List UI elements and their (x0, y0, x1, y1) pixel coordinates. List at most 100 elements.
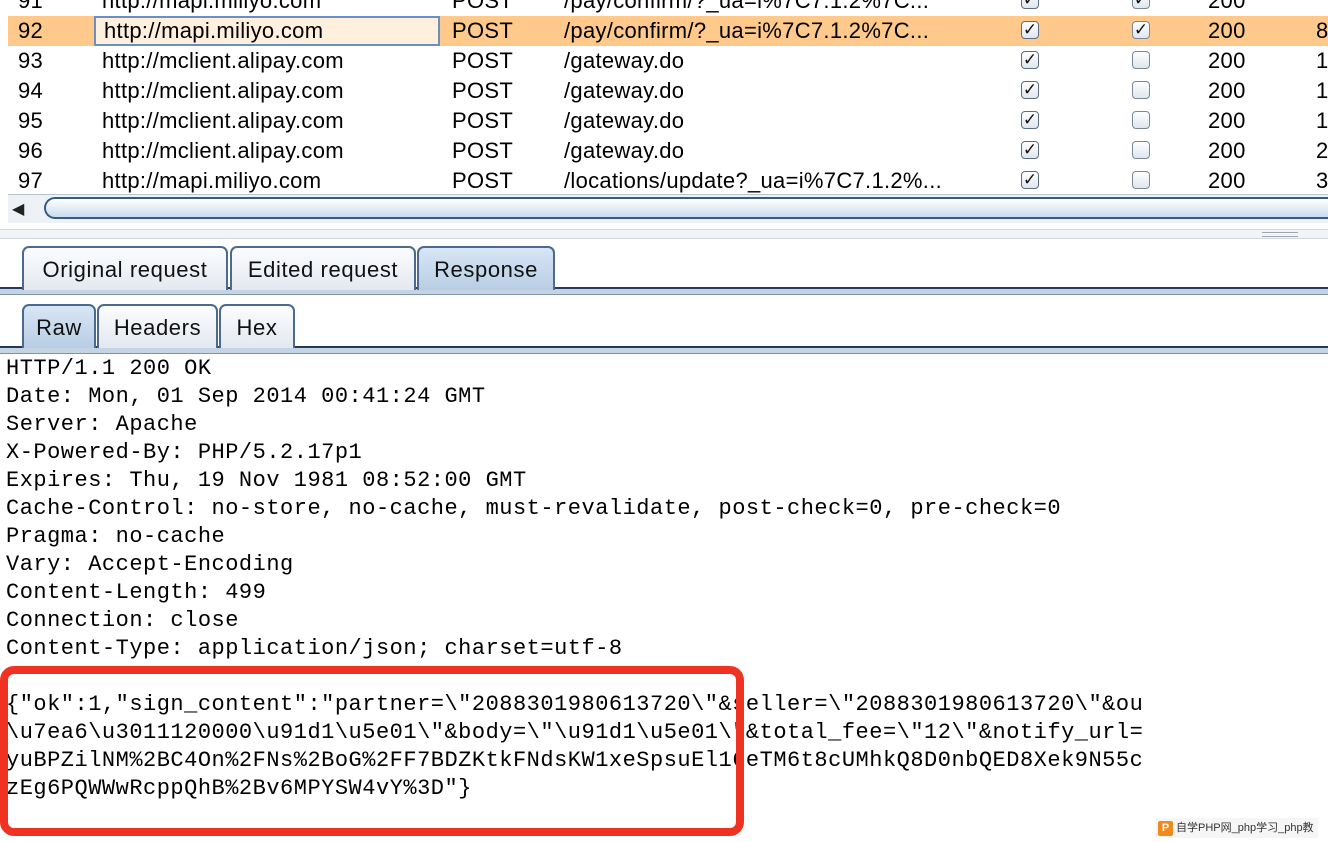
edited-checkbox[interactable]: ✓ (1132, 21, 1150, 39)
pane-splitter[interactable] (0, 229, 1328, 239)
row-host: http://mclient.alipay.com (102, 108, 344, 133)
row-number: 93 (18, 48, 44, 73)
row-method: POST (452, 48, 514, 73)
tab-raw[interactable]: Raw (22, 304, 96, 348)
row-number: 95 (18, 108, 44, 133)
header-line: Vary: Accept-Encoding (6, 552, 294, 577)
row-length: 1 (1316, 108, 1328, 133)
tab-edited-request[interactable]: Edited request (230, 246, 416, 290)
row-status: 200 (1208, 0, 1246, 13)
edited-checkbox[interactable] (1132, 81, 1150, 99)
row-host: http://mapi.miliyo.com (102, 0, 322, 13)
row-length: 3 (1316, 168, 1328, 193)
edited-checkbox[interactable] (1132, 141, 1150, 159)
row-host: http://mapi.miliyo.com (102, 168, 322, 193)
row-url: /gateway.do (564, 78, 685, 103)
table-row[interactable]: 94 http://mclient.alipay.com POST/gateway.… (8, 76, 1328, 106)
row-url: /gateway.do (564, 138, 685, 163)
row-status: 200 (1208, 18, 1246, 43)
row-status: 200 (1208, 168, 1246, 193)
header-line: Pragma: no-cache (6, 524, 226, 549)
row-url: /locations/update?_ua=i%7C7.1.2%... (564, 168, 943, 193)
row-status: 200 (1208, 138, 1246, 163)
table-row[interactable]: 93 http://mclient.alipay.com POST/gateway.… (8, 46, 1328, 76)
splitter-grip-icon[interactable] (1262, 232, 1298, 237)
row-status: 200 (1208, 48, 1246, 73)
table-row[interactable]: 97 http://mapi.miliyo.com POST/locations/u… (8, 166, 1328, 196)
modified-checkbox[interactable]: ✓ (1021, 171, 1039, 189)
header-line: Date: Mon, 01 Sep 2014 00:41:24 GMT (6, 384, 486, 409)
table-row[interactable]: 91 http://mapi.miliyo.com POST/pay/confirm… (8, 0, 1328, 16)
row-url: /gateway.do (564, 48, 685, 73)
modified-checkbox[interactable]: ✓ (1021, 51, 1039, 69)
modified-checkbox[interactable]: ✓ (1021, 111, 1039, 129)
row-url: /pay/confirm/?_ua=i%7C7.1.2%7C... (564, 18, 930, 43)
body-line: \u7ea6\u3011120000\u91d1\u5e01\"&body=\"… (6, 720, 1144, 745)
row-length (1316, 0, 1328, 16)
table-row[interactable]: 95 http://mclient.alipay.com POST/gateway.… (8, 106, 1328, 136)
row-method: POST (452, 168, 514, 193)
header-line: HTTP/1.1 200 OK (6, 356, 212, 381)
header-line: Expires: Thu, 19 Nov 1981 08:52:00 GMT (6, 468, 527, 493)
header-line: Server: Apache (6, 412, 198, 437)
row-length: 2 (1316, 138, 1328, 163)
row-method: POST (452, 78, 514, 103)
row-number: 92 (18, 18, 44, 43)
row-host: http://mclient.alipay.com (102, 138, 344, 163)
horizontal-scrollbar[interactable]: ◀ (8, 194, 1328, 223)
response-headers: HTTP/1.1 200 OK Date: Mon, 01 Sep 2014 0… (6, 355, 1328, 663)
left-arrow-icon[interactable]: ◀ (12, 199, 24, 219)
row-method: POST (452, 108, 514, 133)
body-line: zEg6PQWWwRcppQhB%2Bv6MPYSW4vY%3D"} (6, 776, 472, 801)
php-logo-icon: P (1158, 820, 1173, 836)
body-line: yuBPZilNM%2BC4On%2FNs%2BoG%2FF7BDZKtkFNd… (6, 748, 1144, 773)
tab-headers[interactable]: Headers (97, 304, 218, 348)
message-tabs: Original request Edited request Response (0, 246, 1328, 295)
modified-checkbox[interactable]: ✓ (1021, 141, 1039, 159)
row-host: http://mclient.alipay.com (102, 78, 344, 103)
tab-original-request[interactable]: Original request (22, 246, 228, 290)
header-line: Cache-Control: no-store, no-cache, must-… (6, 496, 1062, 521)
modified-checkbox[interactable]: ✓ (1021, 81, 1039, 99)
scrollbar-thumb[interactable] (44, 197, 1328, 219)
response-raw-text[interactable]: HTTP/1.1 200 OK Date: Mon, 01 Sep 2014 0… (6, 355, 1328, 842)
row-method: POST (452, 0, 514, 13)
modified-checkbox[interactable]: ✓ (1021, 0, 1039, 9)
header-line: Content-Type: application/json; charset=… (6, 636, 623, 661)
proxy-history-window: 91 http://mapi.miliyo.com POST/pay/confirm… (0, 0, 1328, 842)
row-host: http://mapi.miliyo.com (94, 16, 440, 46)
tab-hex[interactable]: Hex (219, 304, 295, 348)
history-table: 91 http://mapi.miliyo.com POST/pay/confirm… (8, 0, 1328, 196)
body-line: {"ok":1,"sign_content":"partner=\"208830… (6, 692, 1144, 717)
row-number: 91 (18, 0, 44, 13)
row-length: 1 (1316, 48, 1328, 73)
row-host: http://mclient.alipay.com (102, 48, 344, 73)
edited-checkbox[interactable] (1132, 111, 1150, 129)
row-status: 200 (1208, 78, 1246, 103)
table-row[interactable]: 96 http://mclient.alipay.com POST/gateway.… (8, 136, 1328, 166)
edited-checkbox[interactable] (1132, 171, 1150, 189)
header-line: X-Powered-By: PHP/5.2.17p1 (6, 440, 363, 465)
row-url: /gateway.do (564, 108, 685, 133)
modified-checkbox[interactable]: ✓ (1021, 21, 1039, 39)
watermark-text: 自学PHP网_php学习_php教 (1176, 822, 1314, 834)
edited-checkbox[interactable]: ✓ (1132, 0, 1150, 9)
row-number: 96 (18, 138, 44, 163)
response-body: {"ok":1,"sign_content":"partner=\"208830… (6, 691, 1328, 803)
view-tabs: Raw Headers Hex (0, 304, 1328, 354)
row-number: 94 (18, 78, 44, 103)
row-method: POST (452, 138, 514, 163)
table-row[interactable]: 92 http://mapi.miliyo.com POST/pay/confirm… (8, 16, 1328, 46)
header-line: Content-Length: 499 (6, 580, 267, 605)
tab-response[interactable]: Response (417, 246, 555, 290)
row-method: POST (452, 18, 514, 43)
site-watermark: P 自学PHP网_php学习_php教 (1156, 818, 1318, 838)
row-number: 97 (18, 168, 44, 193)
row-length: 8 (1316, 18, 1328, 43)
header-line: Connection: close (6, 608, 239, 633)
row-length: 1 (1316, 78, 1328, 103)
edited-checkbox[interactable] (1132, 51, 1150, 69)
row-url: /pay/confirm/?_ua=i%7C7.1.2%7C... (564, 0, 930, 13)
row-status: 200 (1208, 108, 1246, 133)
